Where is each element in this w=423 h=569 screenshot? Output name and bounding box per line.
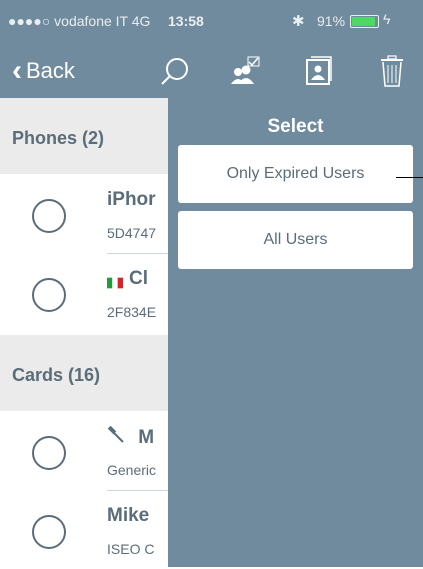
bluetooth-icon: ✱ (292, 13, 305, 30)
radio-circle[interactable] (32, 515, 66, 549)
item-title: iPhor (107, 189, 156, 210)
users-check-icon[interactable] (225, 52, 265, 92)
italy-flag-icon (107, 273, 123, 289)
radio-circle[interactable] (32, 278, 66, 312)
pointer-line (396, 177, 423, 178)
all-users-button[interactable]: All Users (178, 211, 413, 269)
chevron-left-icon: ‹ (12, 54, 22, 87)
radio-circle[interactable] (32, 436, 66, 470)
item-subtitle: ISEO C (107, 541, 155, 557)
select-title: Select (267, 116, 324, 137)
nav-bar: ‹ Back (0, 44, 423, 98)
item-subtitle: 2F834E (107, 304, 157, 320)
item-title: Mike (107, 505, 150, 526)
battery-icon (350, 15, 379, 28)
back-button[interactable]: ‹ Back (12, 44, 75, 98)
only-expired-users-button[interactable]: Only Expired Users (178, 145, 413, 203)
item-title: Cl (107, 268, 148, 290)
battery-fill (352, 17, 375, 26)
contact-card-icon[interactable] (298, 52, 338, 92)
item-title: M (107, 425, 154, 449)
battery-percent: 91% (317, 13, 346, 29)
section-title: Cards (16) (12, 365, 101, 385)
item-subtitle: Generic (107, 462, 157, 478)
select-panel: Select Only Expired Users All Users (168, 98, 423, 567)
carrier-label: ●●●●○ vodafone IT 4G (8, 13, 151, 29)
status-bar: ●●●●○ vodafone IT 4G 13:58 ✱ 91% ϟ (0, 0, 423, 44)
radio-circle[interactable] (32, 199, 66, 233)
back-label: Back (26, 58, 75, 83)
hammer-icon (107, 425, 138, 448)
bolt-icon: ϟ (383, 11, 391, 27)
trash-icon[interactable] (372, 52, 412, 92)
clock: 13:58 (168, 13, 204, 29)
item-subtitle: 5D4747 (107, 225, 157, 241)
search-icon[interactable] (155, 52, 195, 92)
section-title: Phones (2) (12, 128, 105, 148)
